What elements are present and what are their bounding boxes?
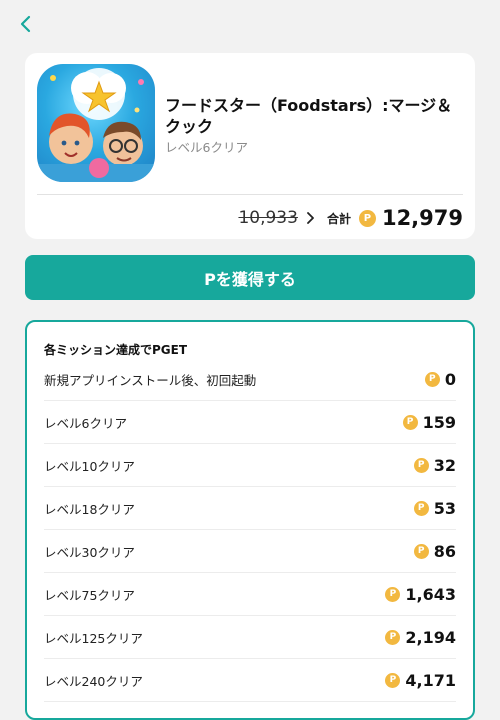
mission-row: レベル30クリア P 86: [44, 530, 456, 573]
mission-reward: P 53: [413, 498, 456, 518]
total-label: 合計: [326, 211, 351, 226]
mission-points: 1,643: [405, 584, 456, 604]
mission-row: レベル6クリア P 159: [44, 401, 456, 444]
app-title: フードスター（Foodstars）:マージ＆クック: [165, 96, 453, 136]
mission-label: レベル30クリア: [44, 544, 135, 560]
missions-panel: 各ミッション達成でPGET 新規アプリインストール後、初回起動 P 0 レベル6…: [25, 320, 475, 720]
mission-points: 32: [433, 455, 456, 475]
app-card[interactable]: フードスター（Foodstars）:マージ＆クック レベル6クリア 10,933…: [25, 53, 475, 239]
mission-points: 0: [444, 369, 456, 389]
mission-row: レベル18クリア P 53: [44, 487, 456, 530]
mission-row: レベル75クリア P 1,643: [44, 573, 456, 616]
mission-reward: P 1,643: [385, 585, 456, 604]
mission-points: 86: [433, 541, 456, 561]
total-points: 12,979: [381, 206, 463, 230]
mission-label: レベル125クリア: [44, 630, 143, 646]
point-coin-icon: P: [413, 457, 429, 473]
divider: [37, 194, 463, 195]
mission-label: レベル6クリア: [44, 415, 127, 431]
mission-reward: P 86: [413, 541, 456, 561]
mission-row: レベル240クリア P 4,171: [44, 659, 456, 702]
original-points: 10,933: [238, 208, 298, 228]
mission-points: 4,171: [405, 670, 456, 690]
point-coin-icon: P: [385, 586, 401, 602]
mission-reward: P 0: [424, 369, 456, 389]
mission-label: レベル10クリア: [44, 458, 135, 474]
mission-reward: P 32: [413, 455, 456, 475]
mission-label: 新規アプリインストール後、初回起動: [44, 372, 257, 388]
mission-label: レベル18クリア: [44, 501, 135, 517]
mission-reward: P 159: [402, 412, 456, 432]
point-coin-icon: P: [385, 629, 401, 645]
mission-row: 新規アプリインストール後、初回起動 P 0: [44, 358, 456, 401]
missions-header: 各ミッション達成でPGET: [44, 343, 188, 357]
mission-row: レベル10クリア P 32: [44, 444, 456, 487]
mission-reward: P 4,171: [385, 671, 456, 690]
mission-points: 159: [422, 412, 456, 432]
mission-reward: P 2,194: [385, 628, 456, 647]
app-subtitle: レベル6クリア: [165, 140, 248, 155]
point-coin-icon: P: [402, 414, 418, 430]
app-icon: [37, 64, 155, 182]
price-row: 10,933 合計 P 12,979: [238, 204, 463, 232]
point-coin-icon: P: [385, 672, 401, 688]
chevron-right-icon: [306, 212, 315, 224]
point-coin-icon: P: [413, 543, 429, 559]
point-coin-icon: P: [358, 209, 376, 227]
back-button[interactable]: [14, 12, 38, 36]
mission-label: レベル75クリア: [44, 587, 135, 603]
mission-points: 2,194: [405, 627, 456, 647]
chevron-left-icon: [20, 15, 31, 33]
earn-points-button[interactable]: Pを獲得する: [25, 255, 475, 300]
point-coin-icon: P: [424, 371, 440, 387]
mission-row: レベル125クリア P 2,194: [44, 616, 456, 659]
mission-label: レベル240クリア: [44, 673, 143, 689]
mission-points: 53: [433, 498, 456, 518]
point-coin-icon: P: [413, 500, 429, 516]
